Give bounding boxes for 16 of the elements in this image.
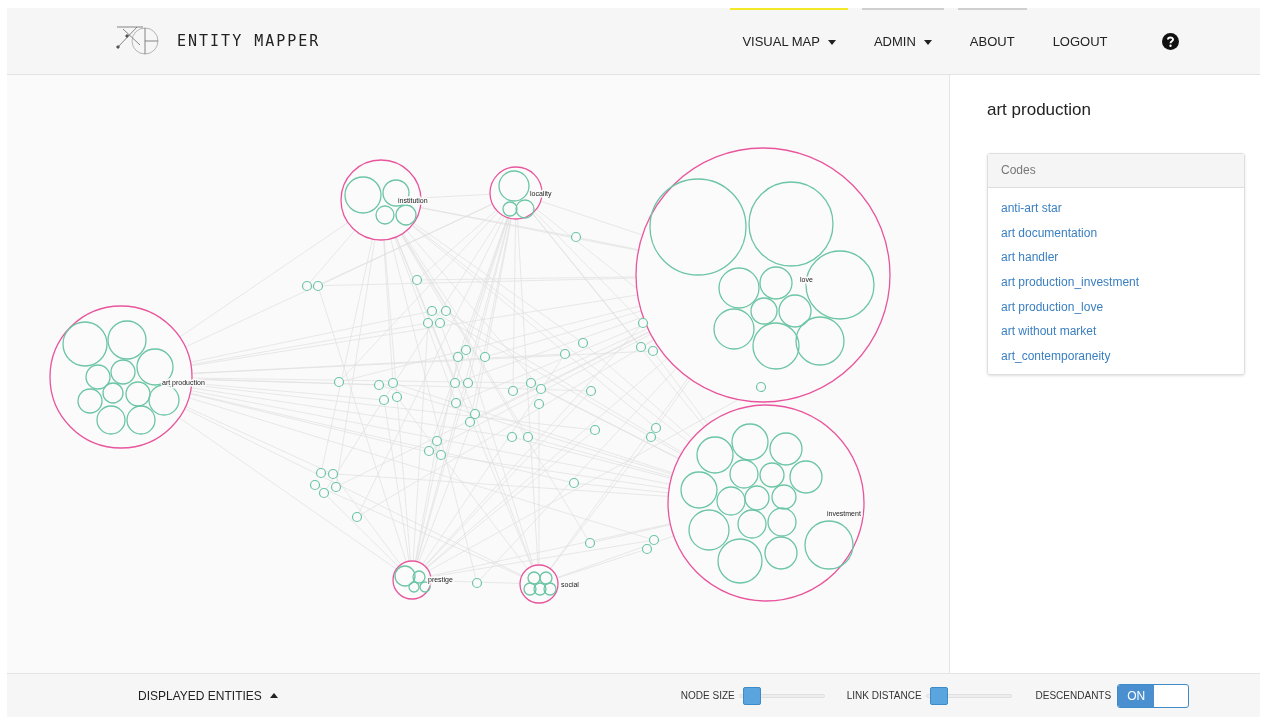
sidebar-title: art production	[987, 99, 1092, 121]
code-link[interactable]: art handler	[1001, 248, 1059, 267]
toggle-switch[interactable]: ON	[1117, 683, 1190, 708]
panel-heading: Codes	[988, 153, 1244, 188]
code-link[interactable]: art documentation	[1001, 223, 1098, 242]
slider-label: NODE SIZE	[680, 689, 735, 703]
code-link[interactable]: art without market	[1001, 322, 1097, 341]
displayed-entities-button[interactable]: DISPLAYED ENTITIES	[138, 686, 278, 705]
code-link[interactable]: anti-art star	[1001, 198, 1062, 217]
code-link[interactable]: art_contemporaneity	[1001, 346, 1111, 365]
code-link[interactable]: art production_love	[1001, 297, 1104, 316]
toggle-label: DESCENDANTS	[1035, 689, 1112, 703]
slider-label: LINK DISTANCE	[846, 689, 922, 703]
app-title: ENTITY MAPPER	[177, 30, 321, 52]
code-link[interactable]: art production_investment	[1001, 272, 1140, 291]
nav-item[interactable]: LOGOUT	[1040, 8, 1120, 74]
